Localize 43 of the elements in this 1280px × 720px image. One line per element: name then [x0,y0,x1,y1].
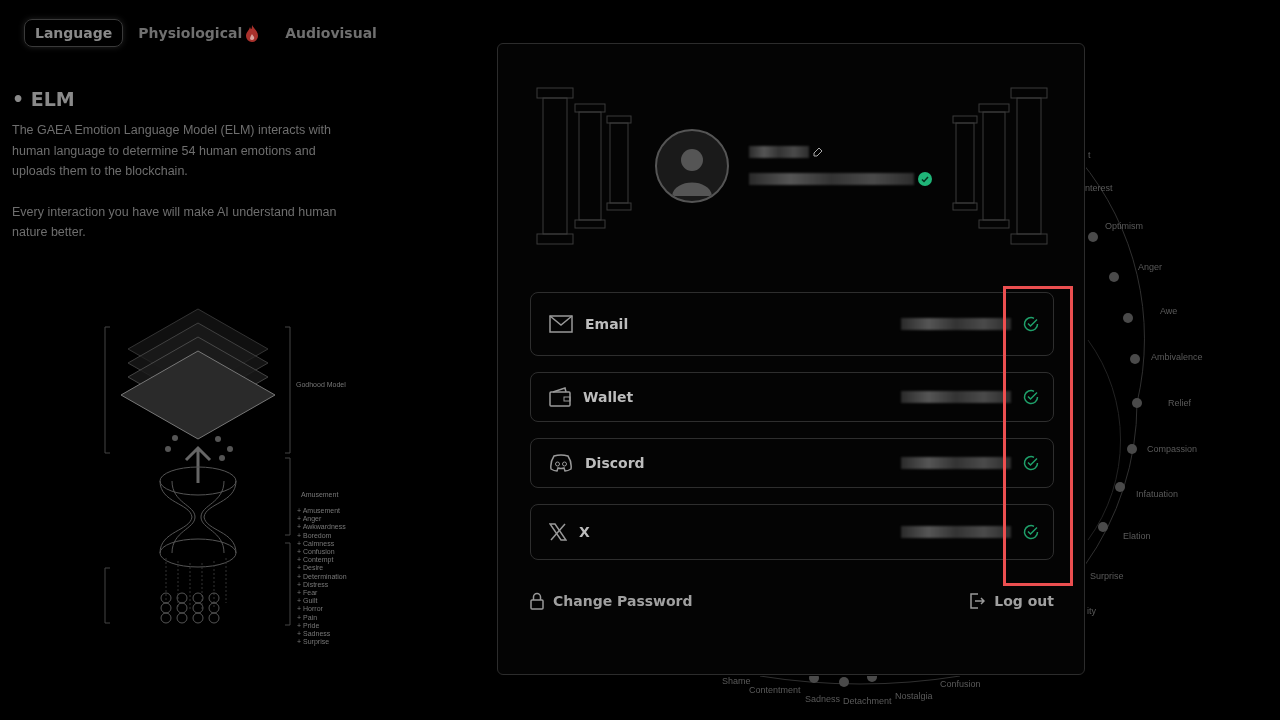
emotion-label: Contentment [749,685,801,695]
emotion-label: t [1088,150,1091,160]
tab[interactable]: Language [24,19,124,47]
account-row[interactable]: Email [530,292,1054,356]
emotion-label: ity [1087,606,1096,616]
emotion-label: Awe [1160,306,1178,316]
account-label: X [579,524,591,540]
emotion-label: Confusion [940,679,981,689]
gamepad-icon [549,454,573,472]
log-out-icon [969,593,986,609]
description-paragraph: The GAEA Emotion Language Model (ELM) interacts with human language to determine 54 human emotions and uploads them to the blockchain. [12,122,332,180]
edit-icon[interactable] [813,147,823,157]
emotion-label: Compassion [1147,444,1198,454]
tab[interactable]: Physiological [127,18,271,48]
emotion-label: Sadness [805,694,841,704]
emotion-label: Elation [1123,531,1151,541]
section-title: • ELM [12,88,76,110]
emotion-label: Surprise [1090,571,1124,581]
account-label: Discord [585,455,646,471]
account-row[interactable]: Wallet [530,372,1054,422]
emotion-label: Infatuation [1136,489,1179,499]
emotion-label: Relief [1168,398,1191,408]
emotion-label: Detachment [843,696,892,706]
emotion-label: Ambivalence [1151,352,1203,362]
account-row[interactable]: X [530,504,1054,560]
redacted-username [749,146,809,158]
account-label: Email [585,316,630,332]
envelope-icon [549,315,573,333]
x-logo-icon [549,523,567,541]
account-row[interactable]: Discord [530,438,1054,488]
flame-icon [245,24,260,42]
description-paragraph: Every interaction you have will make AI understand human nature better. [12,203,338,241]
emotion-label: Optimism [1105,221,1143,231]
log-out-link[interactable]: Log out [969,592,1054,610]
emotion-label: Nostalgia [895,691,933,701]
lock-icon [530,592,544,610]
emotion-label: nterest [1085,183,1113,193]
tab[interactable]: Audiovisual [274,19,388,47]
emotion-label: Anger [1138,262,1163,272]
emotion-label: Shame [722,676,751,686]
change-password-link[interactable]: Change Password [530,592,693,610]
account-label: Wallet [583,389,635,405]
wallet-icon [549,387,571,407]
